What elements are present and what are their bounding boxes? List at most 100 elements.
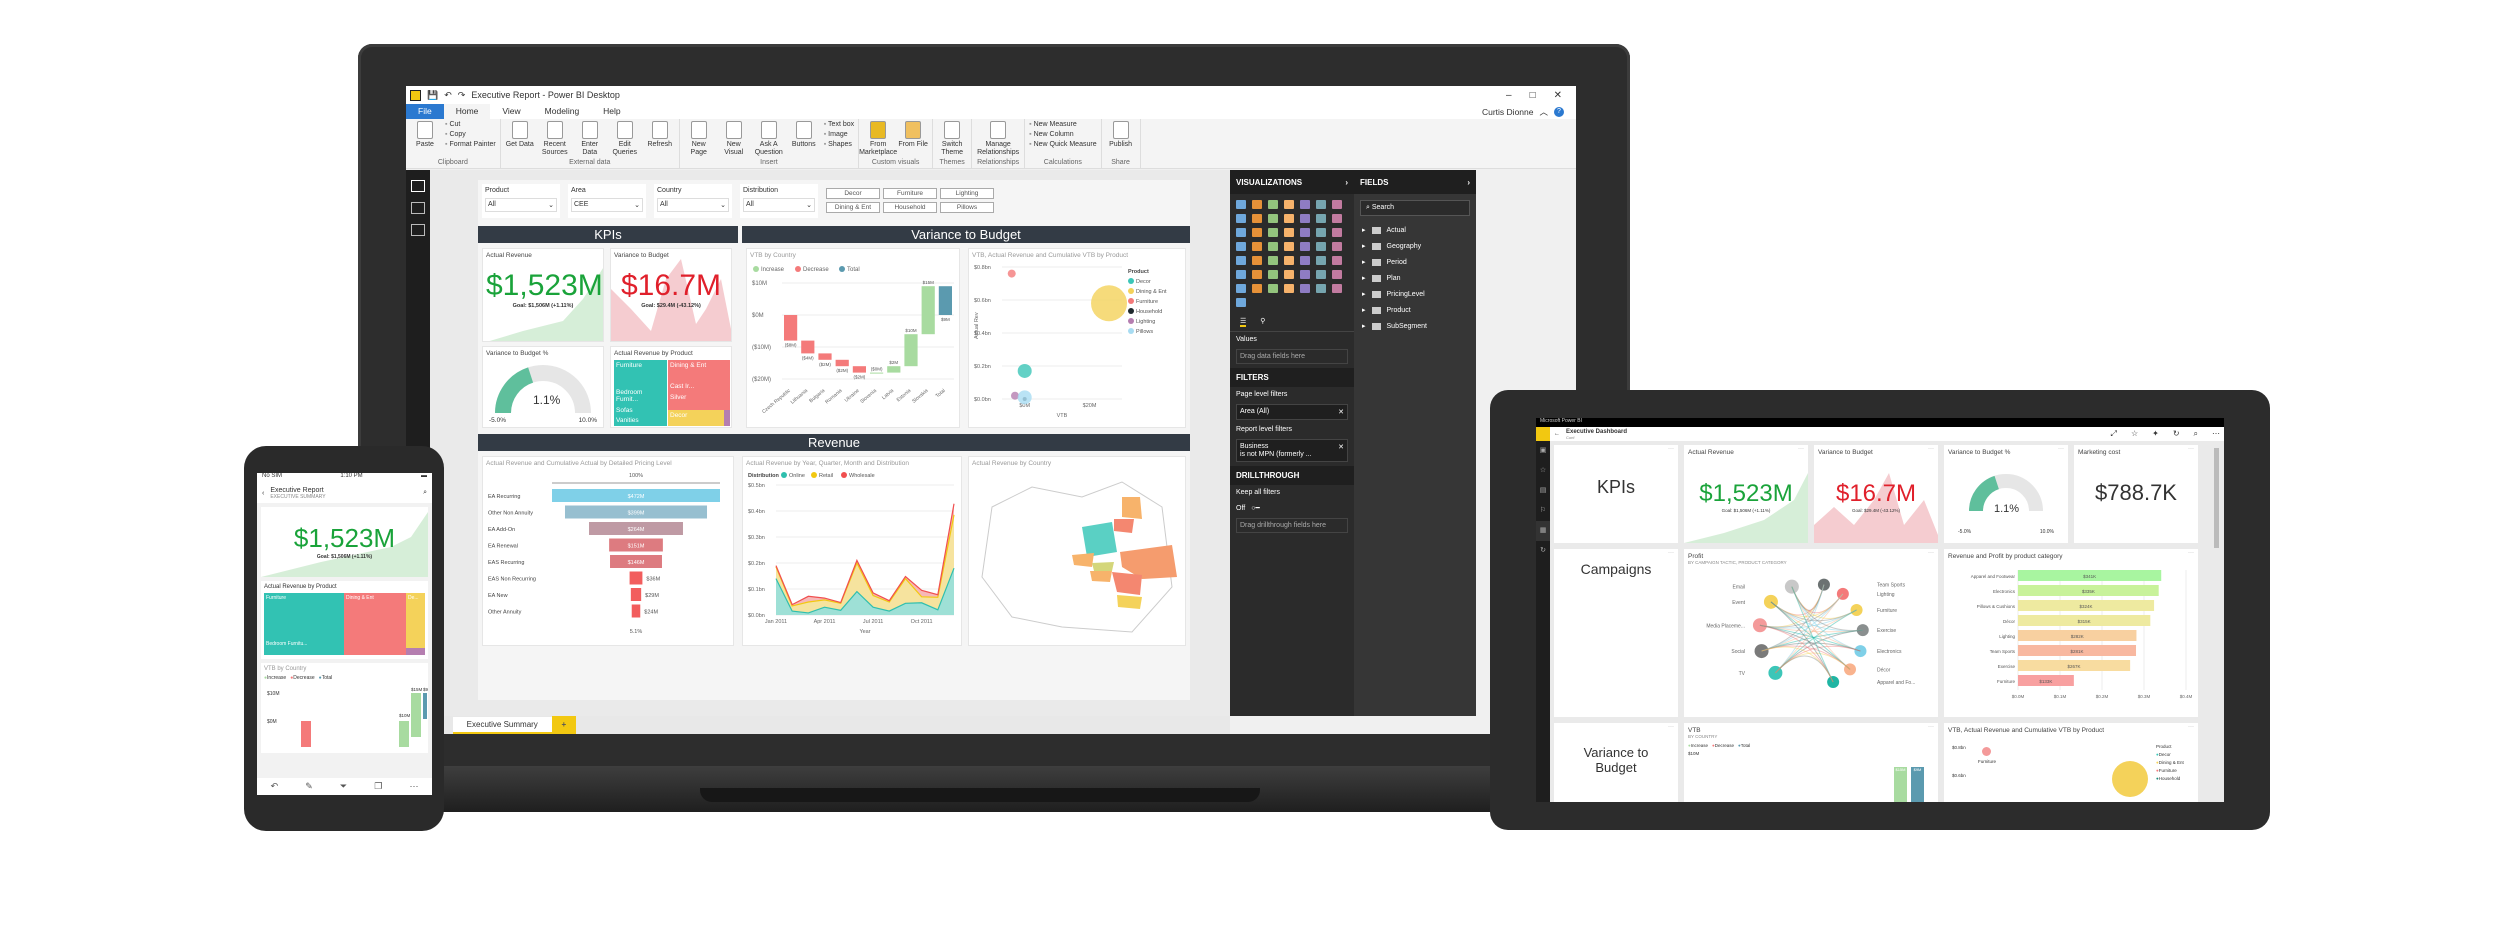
tile-profit-chord[interactable]: ··· Profit BY CAMPAIGN TACTIC, PRODUCT C… bbox=[1684, 549, 1938, 717]
drillthrough-drop-zone[interactable]: Drag drillthrough fields here bbox=[1236, 518, 1348, 533]
remove-filter-icon[interactable]: ✕ bbox=[1338, 408, 1344, 416]
visual-type-icon[interactable] bbox=[1332, 214, 1342, 223]
kpi-variance-gauge[interactable]: Variance to Budget % 1.1% -5.0% 10.0% bbox=[482, 346, 604, 428]
slicer-product[interactable]: Product All ⌄ bbox=[482, 184, 560, 218]
chip-decor[interactable]: Decor bbox=[826, 188, 880, 199]
expand-caret-icon[interactable]: ▸ bbox=[1362, 274, 1366, 282]
tile-menu-icon[interactable]: ··· bbox=[2058, 446, 2064, 452]
expand-caret-icon[interactable]: ▸ bbox=[1362, 306, 1366, 314]
filter-icon[interactable]: ⏷ bbox=[340, 781, 347, 792]
pages-icon[interactable]: ❐ bbox=[374, 781, 382, 792]
new-measure-button[interactable]: New Measure bbox=[1029, 121, 1096, 128]
map-chart[interactable]: Actual Revenue by Country bbox=[968, 456, 1186, 646]
tile-menu-icon[interactable]: ··· bbox=[1668, 724, 1674, 730]
expand-icon[interactable]: ⤢ bbox=[2111, 429, 2117, 439]
visual-type-icon[interactable] bbox=[1300, 256, 1310, 265]
tile-vtb-country[interactable]: ··· VTB BY COUNTRY ●Increase ●Decrease ●… bbox=[1684, 723, 1938, 802]
pen-icon[interactable]: ✎ bbox=[305, 781, 313, 792]
visual-type-icon[interactable] bbox=[1252, 270, 1262, 279]
fields-well-icon[interactable]: ☰ bbox=[1240, 317, 1247, 327]
shapes-button[interactable]: Shapes bbox=[824, 141, 854, 148]
field-table-item[interactable]: ▸ PricingLevel bbox=[1354, 286, 1476, 302]
vtb-bubble-chart[interactable]: VTB, Actual Revenue and Cumulative VTB b… bbox=[968, 248, 1186, 428]
visual-type-icon[interactable] bbox=[1284, 214, 1294, 223]
visual-type-icon[interactable] bbox=[1252, 200, 1262, 209]
switch-theme-button[interactable]: Switch Theme bbox=[937, 121, 967, 159]
waterfall-bar[interactable] bbox=[399, 721, 409, 747]
visual-type-icon[interactable] bbox=[1236, 256, 1246, 265]
visual-type-icon[interactable] bbox=[1300, 270, 1310, 279]
visual-type-icon[interactable] bbox=[1236, 214, 1246, 223]
chip-household[interactable]: Household bbox=[883, 202, 937, 213]
field-table-item[interactable]: ▸ Actual bbox=[1354, 222, 1476, 238]
tile-revenue-profit-bars[interactable]: ··· Revenue and Profit by product catego… bbox=[1944, 549, 2198, 717]
expand-caret-icon[interactable]: ▸ bbox=[1362, 290, 1366, 298]
slicer-distribution[interactable]: Distribution All ⌄ bbox=[740, 184, 818, 218]
minimize-button[interactable]: – bbox=[1506, 90, 1512, 101]
phone-treemap-card[interactable]: Actual Revenue by Product Furniture Bedro… bbox=[261, 581, 428, 659]
waterfall-bar[interactable]: $9M bbox=[1911, 767, 1924, 802]
visual-type-icon[interactable] bbox=[1268, 242, 1278, 251]
visual-type-icon[interactable] bbox=[1332, 284, 1342, 293]
visual-type-icon[interactable] bbox=[1332, 270, 1342, 279]
phone-kpi-card[interactable]: $1,523M Goal: $1,506M (+1.11%) bbox=[261, 507, 428, 577]
favorites-icon[interactable]: ☆ bbox=[1536, 461, 1550, 481]
visual-type-icon[interactable] bbox=[1316, 284, 1326, 293]
visual-type-icon[interactable] bbox=[1236, 284, 1246, 293]
treemap-dining[interactable]: Dining & Ent bbox=[344, 593, 406, 655]
help-icon[interactable]: ? bbox=[1554, 106, 1564, 117]
visual-type-icon[interactable] bbox=[1284, 256, 1294, 265]
visual-type-icon[interactable] bbox=[1268, 228, 1278, 237]
visual-type-icon[interactable] bbox=[1316, 228, 1326, 237]
visual-type-icon[interactable] bbox=[1268, 270, 1278, 279]
bubble-dining[interactable] bbox=[2112, 761, 2148, 797]
visual-type-icon[interactable] bbox=[1300, 214, 1310, 223]
pin-icon[interactable]: ✦ bbox=[2152, 429, 2159, 439]
tab-help[interactable]: Help bbox=[591, 104, 632, 119]
visual-type-icon[interactable] bbox=[1268, 284, 1278, 293]
keep-filters-toggle[interactable]: ○━ bbox=[1251, 504, 1259, 512]
visual-type-icon[interactable] bbox=[1284, 242, 1294, 251]
treemap-lighting[interactable] bbox=[406, 648, 425, 655]
tab-view[interactable]: View bbox=[490, 104, 532, 119]
visual-type-icon[interactable] bbox=[1332, 200, 1342, 209]
field-table-item[interactable]: ▸ SubSegment bbox=[1354, 318, 1476, 334]
visual-type-icon[interactable] bbox=[1252, 214, 1262, 223]
tile-vtb-product[interactable]: ··· VTB, Actual Revenue and Cumulative V… bbox=[1944, 723, 2198, 802]
chip-dining[interactable]: Dining & Ent bbox=[826, 202, 880, 213]
search-icon[interactable]: ⌕ bbox=[423, 489, 427, 497]
from-marketplace-button[interactable]: From Marketplace bbox=[859, 121, 897, 159]
kpi-actual-revenue[interactable]: Actual Revenue $1,523M Goal: $1,506M (+1… bbox=[482, 248, 604, 342]
treemap-dining[interactable]: Dining & Ent Cast Ir... Silver bbox=[668, 360, 730, 410]
report-view-icon[interactable] bbox=[411, 180, 425, 192]
waterfall-bar[interactable] bbox=[301, 721, 311, 747]
treemap-furniture[interactable]: Furniture Bedroom Furnit... Sofas Vaniti… bbox=[614, 360, 667, 426]
collapse-pane-icon[interactable]: › bbox=[1467, 178, 1470, 187]
map-lithuania[interactable] bbox=[1114, 519, 1134, 533]
funnel-chart[interactable]: Actual Revenue and Cumulative Actual by … bbox=[482, 456, 734, 646]
tile-menu-icon[interactable]: ··· bbox=[2188, 724, 2194, 730]
tab-file[interactable]: File bbox=[406, 104, 444, 119]
paste-button[interactable]: Paste bbox=[410, 121, 440, 159]
collapse-pane-icon[interactable]: › bbox=[1345, 178, 1348, 187]
dashboard-title[interactable]: Executive Dashboard bbox=[1566, 429, 1627, 435]
visual-type-icon[interactable] bbox=[1300, 242, 1310, 251]
kpi-variance-budget[interactable]: Variance to Budget $16.7M Goal: $29.4M (… bbox=[610, 248, 732, 342]
recent-icon[interactable]: ↻ bbox=[1536, 541, 1550, 561]
text-box-button[interactable]: Text box bbox=[824, 121, 854, 128]
visual-type-icon[interactable] bbox=[1284, 228, 1294, 237]
tile-menu-icon[interactable]: ··· bbox=[2188, 446, 2194, 452]
buttons-button[interactable]: Buttons bbox=[789, 121, 819, 159]
visual-type-icon[interactable] bbox=[1268, 200, 1278, 209]
visual-type-icon[interactable] bbox=[1236, 270, 1246, 279]
tile-kpis-label[interactable]: ··· KPIs bbox=[1554, 445, 1678, 543]
apps-icon[interactable]: ▤ bbox=[1536, 481, 1550, 501]
enter-data-button[interactable]: Enter Data bbox=[575, 121, 605, 159]
refresh-button[interactable]: Refresh bbox=[645, 121, 675, 159]
visual-type-icon[interactable] bbox=[1316, 200, 1326, 209]
visual-type-icon[interactable] bbox=[1236, 228, 1246, 237]
undo-icon[interactable]: ↶ bbox=[444, 90, 452, 101]
workspaces-icon[interactable]: ▦ bbox=[1536, 521, 1550, 541]
tile-menu-icon[interactable]: ··· bbox=[1668, 550, 1674, 556]
field-table-item[interactable]: ▸ Period bbox=[1354, 254, 1476, 270]
